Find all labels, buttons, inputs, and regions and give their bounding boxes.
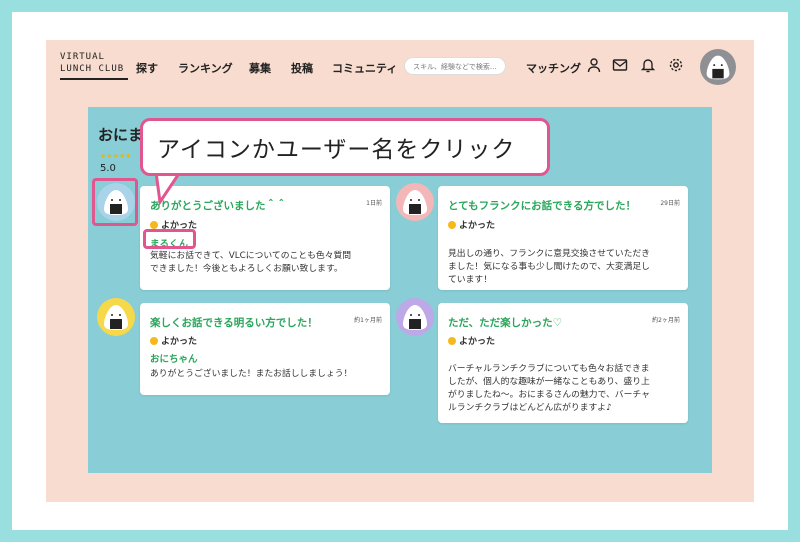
review-title: ただ、ただ楽しかった♡ — [448, 317, 563, 329]
instruction-callout: アイコンかユーザー名をクリック — [140, 118, 550, 176]
gear-icon[interactable] — [668, 57, 684, 73]
review-mood: よかった — [150, 334, 197, 347]
review-card: 楽しくお話できる明るい方でした！ 約1ヶ月前 よかった おにちゃん ありがとうご… — [140, 303, 390, 395]
nav-community[interactable]: コミュニティ — [332, 60, 397, 76]
nav-search[interactable]: 探す — [136, 60, 158, 76]
logo[interactable]: VIRTUAL LUNCH CLUB — [60, 51, 128, 80]
review-body-line: ています！ — [448, 275, 492, 285]
review-body: 見出しの通り、フランクに意見交換させていただき ました！気になる事も少し聞けたの… — [448, 248, 650, 287]
reviewer-avatar[interactable] — [396, 183, 434, 221]
mood-label: よかった — [459, 337, 496, 347]
review-title: とてもフランクにお話できる方でした！ — [448, 200, 636, 212]
smile-icon — [448, 337, 456, 345]
review-body-line: がりましたね〜。おにまるさんの魅力で、バーチャ — [448, 390, 650, 400]
smile-icon — [150, 221, 158, 229]
account-avatar[interactable] — [700, 49, 736, 85]
user-icon[interactable] — [586, 57, 602, 73]
review-body-line: バーチャルランチクラブについても色々お話できま — [448, 364, 650, 374]
nav-recruit[interactable]: 募集 — [249, 60, 271, 76]
review-body: 気軽にお話できて、VLCについてのことも色々質問 できました！今後ともよろしくお… — [150, 250, 351, 276]
callout-text: アイコンかユーザー名をクリック — [157, 137, 516, 163]
onigiri-icon — [104, 305, 128, 330]
review-body-line: できました！今後ともよろしくお願い致します。 — [150, 264, 343, 274]
mail-icon[interactable] — [612, 57, 628, 73]
mood-label: よかった — [459, 221, 496, 231]
onigiri-icon — [403, 190, 427, 215]
smile-icon — [150, 337, 158, 345]
header: VIRTUAL LUNCH CLUB 探す ランキング 募集 投稿 コミュニティ… — [46, 40, 754, 102]
search-input[interactable]: スキル、経験などで検索... — [404, 57, 506, 75]
logo-line1: VIRTUAL — [60, 52, 105, 62]
review-mood: よかった — [448, 218, 495, 231]
review-body-line: 見出しの通り、フランクに意見交換させていただき — [448, 249, 650, 259]
review-body-line: したが、個人的な趣味が一緒なこともあり、盛り上 — [448, 377, 650, 387]
review-body-line: ルランチクラブはどんどん広がりますよ♪ — [448, 403, 612, 413]
onigiri-icon — [403, 305, 427, 330]
callout-tail — [154, 172, 182, 206]
review-body-line: ありがとうございました！またお話ししましょう！ — [150, 369, 353, 379]
review-body-line: 気軽にお話できて、VLCについてのことも色々質問 — [150, 251, 352, 261]
review-title: 楽しくお話できる明るい方でした！ — [150, 317, 318, 329]
logo-line2: LUNCH CLUB — [60, 64, 125, 74]
rating-score: 5.0 — [100, 163, 116, 174]
reviewer-name[interactable]: おにちゃん — [150, 351, 198, 365]
mood-label: よかった — [161, 337, 198, 347]
review-body: バーチャルランチクラブについても色々お話できま したが、個人的な趣味が一緒なこと… — [448, 363, 650, 415]
nav-post[interactable]: 投稿 — [291, 60, 313, 76]
nav-ranking[interactable]: ランキング — [178, 60, 233, 76]
review-time: 約2ヶ月前 — [652, 317, 680, 324]
reviewer-avatar[interactable] — [396, 298, 434, 336]
review-time: 29日前 — [660, 200, 680, 207]
review-mood: よかった — [448, 334, 495, 347]
profile-name: おにま — [98, 126, 144, 144]
review-time: 約1ヶ月前 — [354, 317, 382, 324]
rating-stars: ★★★★★ — [100, 152, 132, 160]
bell-icon[interactable] — [640, 57, 656, 73]
review-time: 1日前 — [366, 200, 382, 207]
onigiri-icon — [706, 55, 730, 80]
username-highlight — [143, 229, 196, 249]
review-card: ただ、ただ楽しかった♡ 約2ヶ月前 よかった バーチャルランチクラブについても色… — [438, 303, 688, 423]
review-body: ありがとうございました！またお話ししましょう！ — [150, 368, 352, 381]
avatar-highlight — [92, 178, 138, 226]
reviewer-avatar[interactable] — [97, 298, 135, 336]
nav-matching[interactable]: マッチング — [526, 60, 581, 76]
smile-icon — [448, 221, 456, 229]
review-card: とてもフランクにお話できる方でした！ 29日前 よかった 見出しの通り、フランク… — [438, 186, 688, 290]
review-body-line: ました！気になる事も少し聞けたので、大変満足し — [448, 262, 650, 272]
